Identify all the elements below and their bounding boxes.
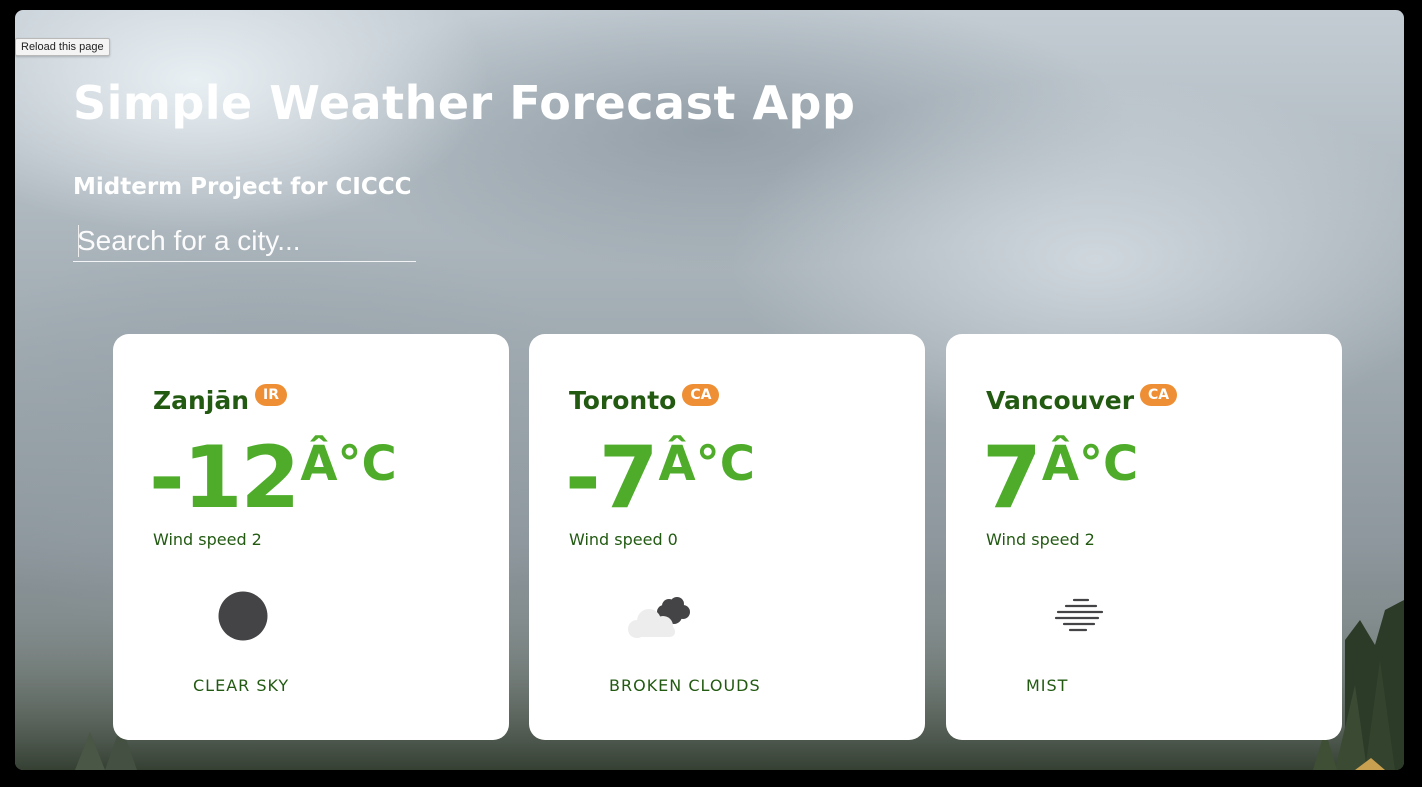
weather-description: CLEAR SKY	[193, 676, 290, 695]
temperature: 7 Â°C	[982, 434, 1138, 522]
clear-sky-icon	[218, 591, 268, 641]
app-window: Reload this page Simple Weather Forecast…	[15, 10, 1404, 770]
country-badge: IR	[255, 384, 288, 406]
temperature-value: 7	[982, 428, 1042, 528]
city-header: Zanjān IR	[153, 384, 288, 415]
city-header: Toronto CA	[569, 384, 720, 415]
broken-clouds-icon	[628, 597, 690, 638]
temperature-unit: Â°C	[300, 436, 397, 492]
wind-speed: Wind speed 2	[153, 530, 262, 549]
weather-description: BROKEN CLOUDS	[609, 676, 761, 695]
wind-speed-label: Wind speed	[986, 530, 1080, 549]
city-name: Toronto	[569, 386, 677, 415]
weather-card-toronto: Toronto CA -7 Â°C Wind speed 0 BROKEN CL…	[529, 334, 925, 740]
temperature: -7 Â°C	[565, 434, 755, 522]
city-name: Vancouver	[986, 386, 1135, 415]
wind-speed-value: 2	[251, 530, 262, 549]
wind-speed: Wind speed 2	[986, 530, 1095, 549]
weather-card-zanjan: Zanjān IR -12 Â°C Wind speed 2 CLEAR SKY	[113, 334, 509, 740]
country-badge: CA	[1140, 384, 1178, 406]
page-title: Simple Weather Forecast App	[73, 76, 856, 130]
wind-speed-label: Wind speed	[569, 530, 663, 549]
wind-speed: Wind speed 0	[569, 530, 678, 549]
text-caret	[78, 225, 79, 257]
wind-speed-value: 0	[667, 530, 678, 549]
country-badge: CA	[682, 384, 720, 406]
city-name: Zanjān	[153, 386, 250, 415]
page-subtitle: Midterm Project for CICCC	[73, 174, 412, 200]
temperature-unit: Â°C	[1041, 436, 1139, 492]
city-header: Vancouver CA	[986, 384, 1178, 415]
temperature-unit: Â°C	[658, 436, 755, 492]
temperature-value: -12	[149, 428, 300, 528]
weather-card-vancouver: Vancouver CA 7 Â°C Wind speed 2 MIST	[946, 334, 1342, 740]
city-search-input[interactable]	[73, 220, 416, 262]
temperature-value: -7	[565, 428, 659, 528]
wind-speed-value: 2	[1084, 530, 1095, 549]
weather-description: MIST	[1026, 676, 1069, 695]
mist-icon	[1054, 598, 1104, 632]
reload-tooltip: Reload this page	[15, 38, 110, 56]
temperature: -12 Â°C	[149, 434, 397, 522]
wind-speed-label: Wind speed	[153, 530, 247, 549]
